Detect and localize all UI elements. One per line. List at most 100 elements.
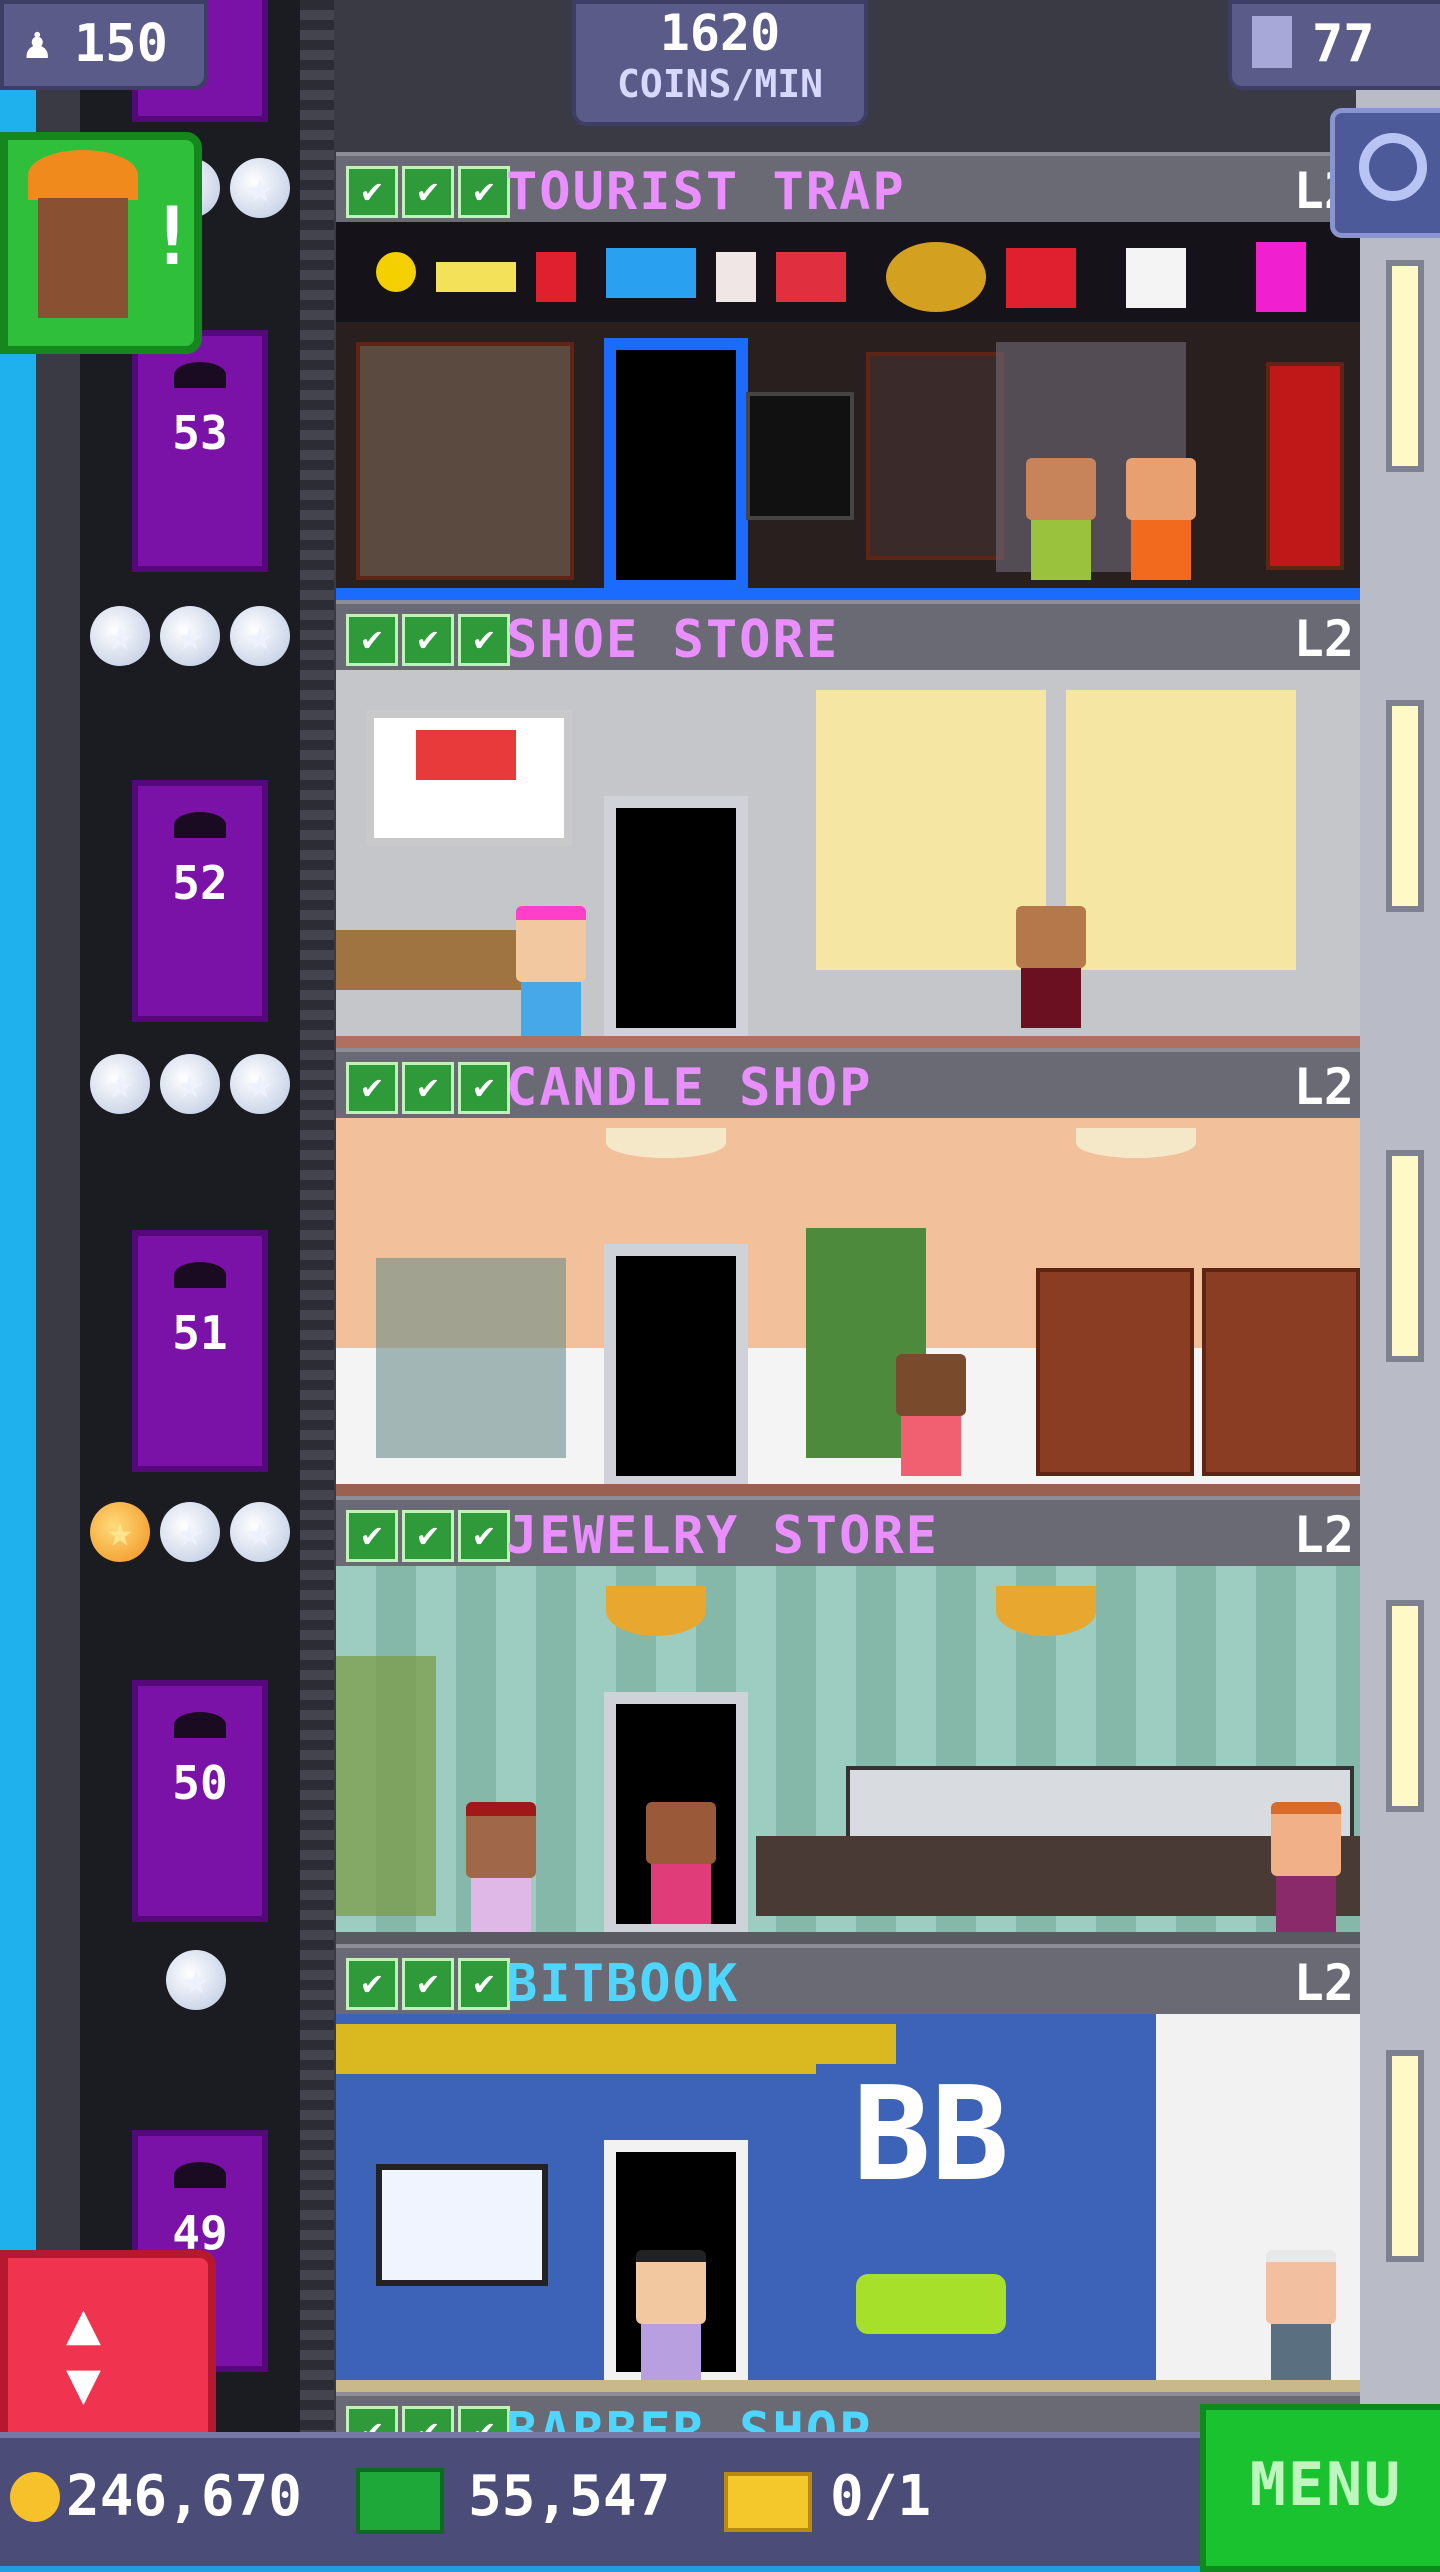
window	[1386, 2050, 1424, 2262]
floor-candle-shop[interactable]: ✔ ✔ ✔ CANDLE SHOP L2	[336, 1048, 1360, 1498]
star-icon: ★	[230, 606, 290, 666]
window	[1386, 260, 1424, 472]
elevator-up-down-button[interactable]: ▲ ▼	[0, 2250, 216, 2456]
star-icon: ★	[230, 158, 290, 218]
bitizen[interactable]	[646, 1802, 716, 1932]
floor-rating: ★	[166, 1950, 226, 2010]
bitizen[interactable]	[1026, 458, 1096, 588]
bitizen[interactable]	[1126, 458, 1196, 588]
floor-shoe-store[interactable]: ✔ ✔ ✔ SHOE STORE L2	[336, 600, 1360, 1050]
bitizen[interactable]	[1266, 2250, 1336, 2384]
check-icon: ✔	[346, 1062, 398, 1114]
shelf	[866, 352, 1004, 560]
star-icon: ★	[90, 606, 150, 666]
bux-value: 55,547	[468, 2464, 671, 2529]
ceiling-lamp	[606, 1128, 726, 1158]
floor-room[interactable]	[336, 670, 1360, 1050]
floor-bitbook[interactable]: ✔ ✔ ✔ BITBOOK L2 BB	[336, 1944, 1360, 2394]
check-icon: ✔	[346, 1510, 398, 1562]
window	[1386, 1600, 1424, 1812]
bux-icon	[356, 2468, 444, 2534]
up-arrow-icon: ▲	[66, 2289, 101, 2357]
elevator-door-52[interactable]: 52	[132, 780, 268, 1022]
shelf	[356, 342, 574, 580]
candle-rack	[376, 1258, 566, 1458]
floor-door	[604, 796, 748, 1040]
star-icon: ★	[166, 1950, 226, 2010]
stock-checks: ✔ ✔ ✔	[346, 1062, 510, 1114]
elevator-floor-number: 51	[172, 1306, 228, 1360]
check-icon: ✔	[402, 1062, 454, 1114]
floor-header: ✔ ✔ ✔ SHOE STORE L2	[336, 600, 1360, 674]
window	[1386, 1150, 1424, 1362]
bitizen[interactable]	[1016, 906, 1086, 1036]
elevator-door-51[interactable]: 51	[132, 1230, 268, 1472]
check-icon: ✔	[346, 166, 398, 218]
shelf	[1266, 362, 1344, 570]
coins-per-min-label: COINS/MIN	[617, 62, 823, 106]
bitizen[interactable]	[516, 906, 586, 1042]
coin-icon	[10, 2472, 60, 2522]
chandelier	[606, 1586, 706, 1636]
bitizen[interactable]	[636, 2250, 706, 2384]
floor-tourist-trap[interactable]: ✔ ✔ ✔ TOURIST TRAP L2	[336, 152, 1360, 602]
stock-checks: ✔ ✔ ✔	[346, 166, 510, 218]
population-counter[interactable]: ♟ 150	[0, 0, 208, 90]
star-icon: ★	[160, 606, 220, 666]
floor-name: BITBOOK	[506, 1954, 740, 2014]
builder-button[interactable]: !	[0, 132, 202, 354]
floor-level: L2	[1293, 1058, 1354, 1116]
floor-room[interactable]	[336, 1118, 1360, 1498]
alert-icon: !	[148, 190, 197, 283]
stock-checks: ✔ ✔ ✔	[346, 1958, 510, 2010]
bat-icon	[174, 1712, 226, 1738]
computer-monitor	[376, 2164, 548, 2286]
menu-button[interactable]: MENU	[1200, 2404, 1440, 2572]
shoe-picture	[416, 730, 516, 780]
floor-room[interactable]	[336, 222, 1360, 602]
green-couch	[856, 2274, 1006, 2334]
floor-rating: ★ ★ ★	[90, 1502, 290, 1562]
population-value: 150	[74, 14, 168, 74]
person-icon: ♟	[24, 18, 51, 69]
floor-name: CANDLE SHOP	[506, 1058, 873, 1118]
souvenir	[376, 252, 416, 292]
search-button[interactable]	[1330, 108, 1440, 238]
bat-icon	[174, 2162, 226, 2188]
floor-room[interactable]: BB	[336, 2014, 1360, 2394]
bitizen[interactable]	[466, 1802, 536, 1938]
elevator-floor-number: 50	[172, 1756, 228, 1810]
souvenir	[776, 252, 846, 302]
check-icon: ✔	[458, 1062, 510, 1114]
elevator-rail	[300, 0, 334, 2560]
stock-checks: ✔ ✔ ✔	[346, 614, 510, 666]
check-icon: ✔	[458, 614, 510, 666]
floor-rating: ★ ★ ★	[90, 606, 290, 666]
floor-name: JEWELRY STORE	[506, 1506, 939, 1566]
tickets-value: 0/1	[830, 2464, 932, 2529]
floor-header: ✔ ✔ ✔ BITBOOK L2	[336, 1944, 1360, 2018]
check-icon: ✔	[346, 614, 398, 666]
bitizen[interactable]	[1271, 1802, 1341, 1936]
window	[1386, 700, 1424, 912]
candle-shelf	[1202, 1268, 1360, 1476]
ticket-icon	[724, 2472, 812, 2532]
star-icon: ★	[90, 1502, 150, 1562]
check-icon: ✔	[402, 166, 454, 218]
magnifier-icon	[1359, 133, 1427, 201]
shoe-wall-left	[816, 690, 1046, 970]
coins-value: 246,670	[66, 2464, 303, 2529]
elevator-door-53[interactable]: 53	[132, 330, 268, 572]
floor-room[interactable]	[336, 1566, 1360, 1946]
star-icon: ★	[90, 1054, 150, 1114]
floor-door	[604, 1244, 748, 1488]
elevator-door-50[interactable]: 50	[132, 1680, 268, 1922]
floors-counter[interactable]: 77	[1228, 0, 1440, 90]
elevator-floor-number: 52	[172, 856, 228, 910]
floor-header: ✔ ✔ ✔ TOURIST TRAP L2	[336, 152, 1360, 226]
bitizen[interactable]	[896, 1354, 966, 1484]
check-icon: ✔	[458, 1958, 510, 2010]
floor-level: L2	[1293, 1954, 1354, 2012]
floor-jewelry-store[interactable]: ✔ ✔ ✔ JEWELRY STORE L2	[336, 1496, 1360, 1946]
souvenir	[436, 262, 516, 292]
